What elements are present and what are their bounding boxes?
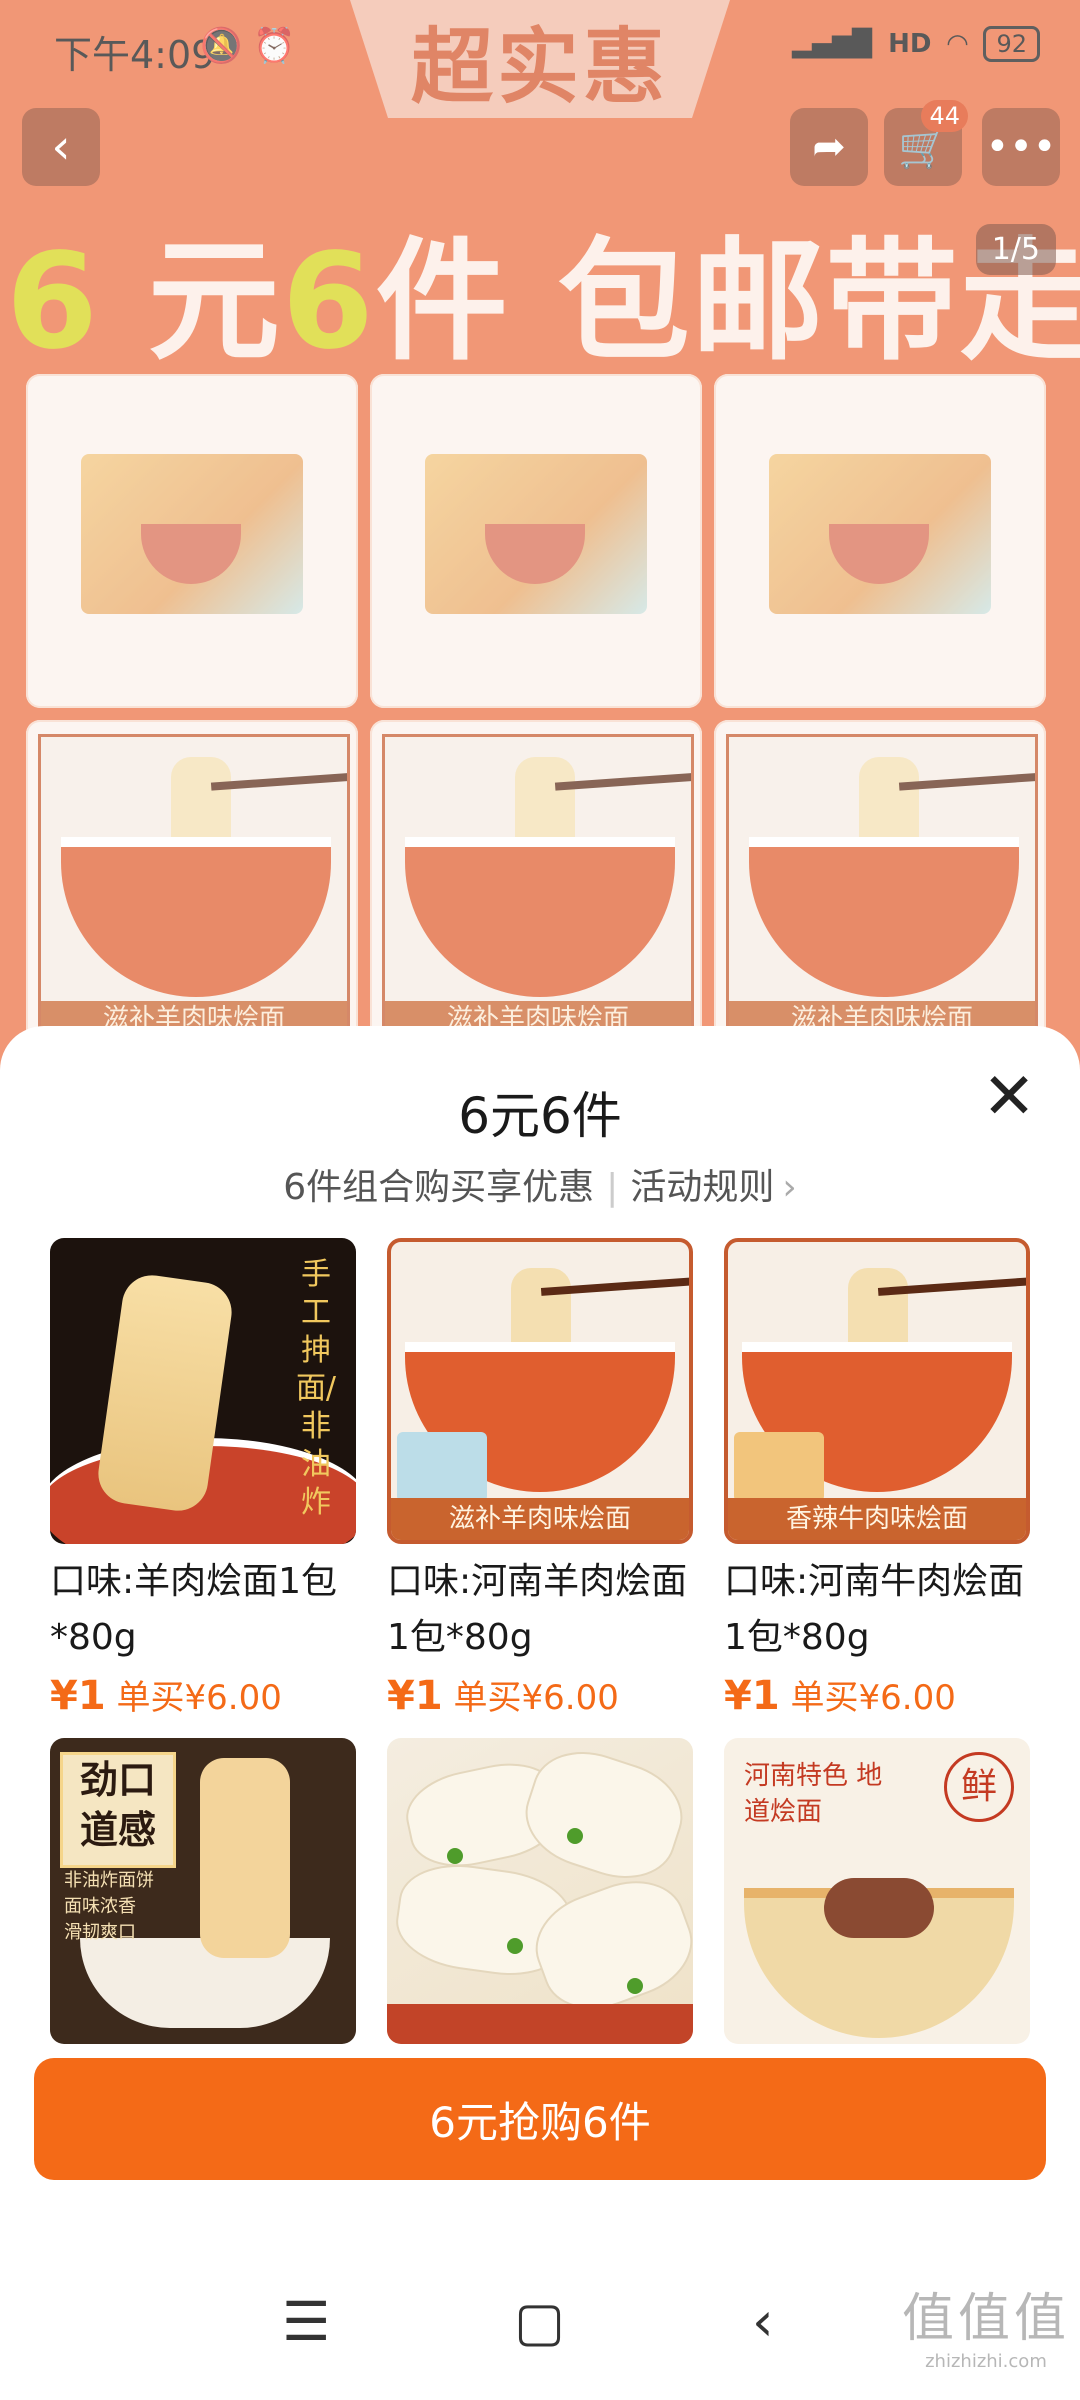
sheet-title: 6元6件 xyxy=(458,1087,622,1145)
product-desc: 口味:河南羊肉烩面1包*80g xyxy=(387,1561,688,1658)
sheet-subtitle: 6件组合购买享优惠 | 活动规则 › xyxy=(0,1158,1080,1210)
feature-item: 滑韧爽口 xyxy=(64,1922,136,1943)
product-card[interactable] xyxy=(387,1738,693,2044)
feature-item: 非油炸面饼 xyxy=(64,1870,154,1891)
watermark-logo: 值值值 xyxy=(901,2289,1070,2349)
image-caption: 手工抻面/非油炸 xyxy=(295,1257,337,1520)
divider: | xyxy=(606,1167,619,1208)
product-card[interactable]: 手工抻面/非油炸 口味:羊肉烩面1包*80g ¥1 单买¥6.00 xyxy=(50,1238,356,1719)
close-icon: ✕ xyxy=(982,1060,1036,1134)
bundle-price: 1 xyxy=(751,1673,780,1719)
product-card[interactable]: 滋补羊肉味烩面 口味:河南羊肉烩面1包*80g ¥1 单买¥6.00 xyxy=(387,1238,693,1719)
system-nav-bar: ☰ ▢ ‹ 值值值 zhizhizhi.com xyxy=(0,2289,1080,2380)
product-image xyxy=(387,1738,693,2044)
watermark: 值值值 zhizhizhi.com xyxy=(902,2276,1070,2372)
feature-item: 面味浓香 xyxy=(64,1896,136,1917)
product-image: 滋补羊肉味烩面 xyxy=(387,1238,693,1544)
image-title: 劲口道感 xyxy=(60,1752,176,1868)
price-symbol: ¥ xyxy=(50,1673,78,1719)
close-button[interactable]: ✕ xyxy=(974,1062,1044,1132)
price-symbol: ¥ xyxy=(387,1673,415,1719)
product-image: 劲口道感 非油炸面饼 面味浓香 滑韧爽口 xyxy=(50,1738,356,2044)
bundle-price: 1 xyxy=(414,1673,443,1719)
product-price: ¥1 单买¥6.00 xyxy=(387,1670,693,1719)
single-price: 单买¥6.00 xyxy=(453,1678,619,1718)
price-symbol: ¥ xyxy=(724,1673,752,1719)
rules-link[interactable]: 活动规则 xyxy=(630,1167,774,1208)
product-card[interactable]: 劲口道感 非油炸面饼 面味浓香 滑韧爽口 xyxy=(50,1738,356,2044)
product-card[interactable]: 香辣牛肉味烩面 口味:河南牛肉烩面1包*80g ¥1 单买¥6.00 xyxy=(724,1238,1030,1719)
home-icon[interactable]: ▢ xyxy=(514,2290,565,2353)
back-nav-icon[interactable]: ‹ xyxy=(752,2290,774,2353)
product-image: 香辣牛肉味烩面 xyxy=(724,1238,1030,1544)
menu-icon[interactable]: ☰ xyxy=(282,2290,330,2353)
product-desc: 口味:河南牛肉烩面1包*80g xyxy=(724,1561,1025,1658)
product-page-background: 超实惠 下午4:09 🔕 ⏰ ▂▄▆█ HD ◠ 92 ‹ ➦ 🛒 44 •••… xyxy=(0,0,1080,1080)
chevron-right-icon: › xyxy=(782,1167,797,1208)
buy-bundle-button[interactable]: 6元抢购6件 xyxy=(34,2058,1046,2180)
fresh-seal: 鲜 xyxy=(944,1752,1014,1822)
bundle-sheet: 6元6件 ✕ 6件组合购买享优惠 | 活动规则 › 手工抻面/非油炸 口味:羊肉烩面1… xyxy=(0,1026,1080,2400)
image-title: 河南特色 地道烩面 xyxy=(744,1761,883,1827)
bundle-price: 1 xyxy=(77,1673,106,1719)
image-feature-list: 非油炸面饼 面味浓香 滑韧爽口 xyxy=(64,1868,154,1946)
dim-overlay[interactable] xyxy=(0,0,1080,1080)
product-image: 手工抻面/非油炸 xyxy=(50,1238,356,1544)
product-image: 河南特色 地道烩面 鲜 xyxy=(724,1738,1030,2044)
single-price: 单买¥6.00 xyxy=(116,1678,282,1718)
image-caption: 香辣牛肉味烩面 xyxy=(728,1498,1026,1540)
bundle-note: 6件组合购买享优惠 xyxy=(283,1167,595,1208)
product-card[interactable]: 河南特色 地道烩面 鲜 xyxy=(724,1738,1030,2044)
product-price: ¥1 单买¥6.00 xyxy=(724,1670,1030,1719)
product-price: ¥1 单买¥6.00 xyxy=(50,1670,356,1719)
single-price: 单买¥6.00 xyxy=(790,1678,956,1718)
image-caption: 滋补羊肉味烩面 xyxy=(391,1498,689,1540)
watermark-url: zhizhizhi.com xyxy=(925,2351,1047,2372)
product-desc: 口味:羊肉烩面1包*80g xyxy=(50,1561,338,1658)
